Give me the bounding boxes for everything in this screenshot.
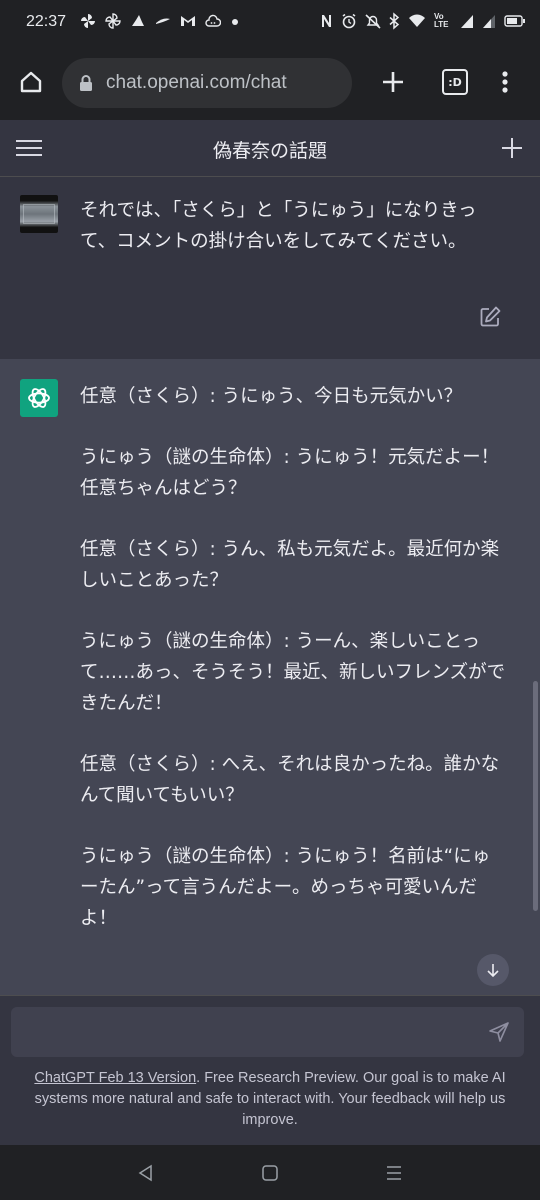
bluetooth-icon bbox=[389, 12, 400, 30]
system-icons: Vo LTE bbox=[320, 12, 526, 30]
lock-icon bbox=[80, 75, 92, 91]
assistant-message: 任意（さくら）: うにゅう、今日も元気かい？ うにゅう（謎の生命体）: うにゅう… bbox=[0, 359, 540, 995]
new-tab-button[interactable] bbox=[374, 63, 412, 101]
nav-recents-button[interactable] bbox=[380, 1159, 408, 1187]
notification-icons bbox=[80, 12, 240, 30]
back-triangle-icon bbox=[138, 1164, 152, 1182]
assistant-paragraph: 任意（さくら）: うん、私も元気だよ。最近何か楽しいことあった？ bbox=[80, 539, 500, 591]
assistant-paragraph: うにゅう（謎の生命体）: うにゅう！元気だよー！任意ちゃんはどう？ bbox=[80, 447, 500, 499]
scrollbar[interactable] bbox=[533, 681, 538, 911]
address-bar[interactable]: chat.openai.com/chat bbox=[62, 58, 352, 108]
status-bar: 22:37 Vo LTE bbox=[0, 0, 540, 46]
user-message: それでは、「さくら」と「うにゅう」になりきって、コメントの掛け合いをしてみてくだ… bbox=[0, 177, 540, 359]
home-square-icon bbox=[262, 1165, 278, 1181]
browser-toolbar: chat.openai.com/chat :D bbox=[0, 46, 540, 120]
tab-count-badge: :D bbox=[442, 69, 468, 95]
message-input[interactable] bbox=[25, 1007, 479, 1059]
more-vert-icon bbox=[502, 71, 508, 93]
hat-icon bbox=[130, 12, 146, 30]
nav-home-button[interactable] bbox=[256, 1159, 284, 1187]
dot-icon bbox=[230, 12, 240, 30]
home-icon bbox=[20, 71, 42, 93]
send-icon bbox=[489, 1022, 509, 1042]
recents-icon bbox=[387, 1166, 401, 1180]
send-button[interactable] bbox=[488, 1021, 510, 1043]
volte-icon: Vo LTE bbox=[434, 12, 449, 29]
home-button[interactable] bbox=[12, 63, 50, 101]
gmail-icon bbox=[180, 12, 196, 30]
message-composer bbox=[11, 1007, 524, 1059]
tab-switcher-button[interactable]: :D bbox=[436, 63, 474, 101]
plus-icon bbox=[383, 72, 403, 92]
pinwheel-icon bbox=[105, 12, 121, 30]
arrow-down-icon bbox=[487, 964, 499, 978]
user-message-text: それでは、「さくら」と「うにゅう」になりきって、コメントの掛け合いをしてみてくだ… bbox=[80, 200, 477, 252]
plus-icon bbox=[502, 138, 522, 158]
chatgpt-logo-icon bbox=[20, 379, 58, 417]
signal-icon bbox=[460, 12, 474, 30]
version-link[interactable]: ChatGPT Feb 13 Version bbox=[34, 1070, 196, 1086]
pinwheel-icon bbox=[80, 12, 96, 30]
edit-icon bbox=[480, 306, 501, 327]
assistant-paragraph: うにゅう（謎の生命体）: うーん、楽しいことって……あっ、そうそう！最近、新しい… bbox=[80, 631, 506, 714]
assistant-paragraph: 任意（さくら）: へえ、それは良かったね。誰かなんて聞いてもいい？ bbox=[80, 754, 500, 806]
nav-back-button[interactable] bbox=[132, 1159, 160, 1187]
chat-header: 偽春奈の話題 bbox=[0, 120, 540, 177]
mute-icon bbox=[365, 12, 381, 30]
chat-title: 偽春奈の話題 bbox=[212, 140, 327, 162]
avatar bbox=[20, 195, 58, 233]
browser-menu-button[interactable] bbox=[486, 63, 524, 101]
alarm-icon bbox=[341, 12, 357, 30]
assistant-message-body: 任意（さくら）: うにゅう、今日も元気かい？ うにゅう（謎の生命体）: うにゅう… bbox=[80, 381, 508, 964]
assistant-paragraph: うにゅう（謎の生命体）: うにゅう！名前は“にゅーたん”って言うんだよー。めっち… bbox=[80, 846, 491, 929]
wifi-icon bbox=[408, 12, 426, 30]
nfc-icon bbox=[320, 12, 333, 30]
scroll-to-bottom-button[interactable] bbox=[477, 954, 509, 986]
battery-icon bbox=[504, 12, 526, 30]
cloud-face-icon bbox=[205, 12, 222, 30]
signal-icon bbox=[482, 12, 496, 30]
android-nav-bar bbox=[0, 1145, 540, 1200]
ink-icon bbox=[155, 12, 171, 30]
url-text: chat.openai.com/chat bbox=[106, 72, 287, 93]
new-chat-button[interactable] bbox=[498, 134, 526, 162]
footer-disclaimer: ChatGPT Feb 13 Version. Free Research Pr… bbox=[14, 1068, 526, 1131]
assistant-paragraph: 任意（さくら）: うにゅう、今日も元気かい？ bbox=[80, 386, 463, 407]
status-time: 22:37 bbox=[26, 13, 67, 30]
composer-area: ChatGPT Feb 13 Version. Free Research Pr… bbox=[0, 995, 540, 1146]
edit-button[interactable] bbox=[478, 305, 502, 329]
